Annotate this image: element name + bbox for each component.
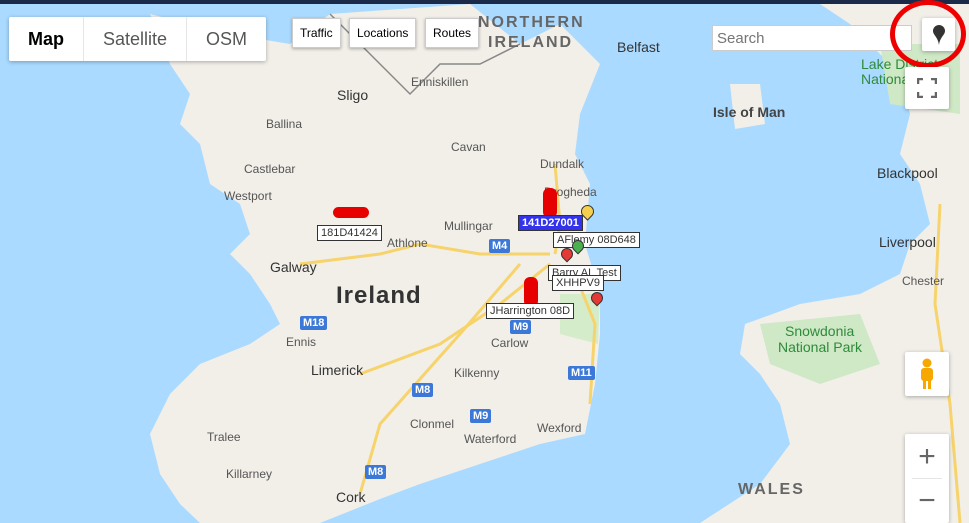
label-kilkenny: Kilkenny xyxy=(454,366,500,380)
label-liverpool: Liverpool xyxy=(879,234,936,250)
car-icon[interactable] xyxy=(543,188,557,218)
label-waterford: Waterford xyxy=(464,432,517,446)
traffic-button[interactable]: Traffic xyxy=(292,18,341,48)
fullscreen-button[interactable] xyxy=(905,67,949,109)
locations-button[interactable]: Locations xyxy=(349,18,417,48)
label-castlebar: Castlebar xyxy=(244,162,296,176)
label-snowdonia: Snowdonia xyxy=(785,323,855,339)
vehicle-label[interactable]: XHHPV9 xyxy=(552,275,605,291)
label-killarney: Killarney xyxy=(226,467,273,481)
label-ennis: Ennis xyxy=(286,335,317,349)
road-shield: M8 xyxy=(412,383,434,397)
label-northern-ireland-2: IRELAND xyxy=(488,34,574,51)
label-mullingar: Mullingar xyxy=(444,219,493,233)
label-wexford: Wexford xyxy=(537,421,582,435)
label-limerick: Limerick xyxy=(311,362,364,378)
label-clonmel: Clonmel xyxy=(410,417,455,431)
map-type-control: Map Satellite OSM xyxy=(9,17,267,61)
zoom-control: + − xyxy=(905,434,949,523)
road-shield: M9 xyxy=(510,320,532,334)
fullscreen-icon xyxy=(917,78,937,98)
label-enniskillen: Enniskillen xyxy=(411,75,469,89)
label-isle-of-man: Isle of Man xyxy=(713,104,786,120)
routes-button[interactable]: Routes xyxy=(425,18,480,48)
label-sligo: Sligo xyxy=(337,87,369,103)
zoom-in-button[interactable]: + xyxy=(912,435,942,479)
label-cavan: Cavan xyxy=(451,140,486,154)
car-icon[interactable] xyxy=(333,207,369,218)
search-input[interactable] xyxy=(712,25,912,51)
road-shield: M9 xyxy=(470,409,492,423)
map-type-map[interactable]: Map xyxy=(9,17,84,61)
street-view-pegman[interactable] xyxy=(905,352,949,396)
label-dundalk: Dundalk xyxy=(540,157,585,171)
zoom-out-button[interactable]: − xyxy=(912,479,942,523)
vehicle-label[interactable]: AFlemy 08D648 xyxy=(553,232,640,248)
vehicle-label[interactable]: 181D41424 xyxy=(317,225,382,241)
map-type-satellite[interactable]: Satellite xyxy=(84,17,188,61)
map-type-osm[interactable]: OSM xyxy=(187,17,266,61)
road-shield: M18 xyxy=(300,316,328,330)
road-shield: M8 xyxy=(365,465,387,479)
label-ballina: Ballina xyxy=(266,117,303,131)
label-wales: WALES xyxy=(738,481,805,498)
label-ireland: Ireland xyxy=(336,282,422,309)
label-carlow: Carlow xyxy=(491,336,529,350)
label-chester: Chester xyxy=(902,274,945,288)
label-galway: Galway xyxy=(270,259,317,275)
road-shield: M11 xyxy=(568,366,595,380)
label-athlone: Athlone xyxy=(387,236,428,250)
vehicle-label-highlighted[interactable]: 141D27001 xyxy=(518,215,583,231)
road-shield: M4 xyxy=(489,239,511,253)
vehicle-label[interactable]: JHarrington 08D xyxy=(486,303,575,319)
annotation-circle xyxy=(890,0,966,68)
label-blackpool: Blackpool xyxy=(877,165,938,181)
pegman-icon xyxy=(921,358,933,389)
label-tralee: Tralee xyxy=(207,430,241,444)
label-snowdonia-2: National Park xyxy=(778,339,863,355)
label-cork: Cork xyxy=(336,489,366,505)
label-northern-ireland: NORTHERN xyxy=(478,14,585,31)
label-westport: Westport xyxy=(224,189,272,203)
label-belfast: Belfast xyxy=(617,39,660,55)
